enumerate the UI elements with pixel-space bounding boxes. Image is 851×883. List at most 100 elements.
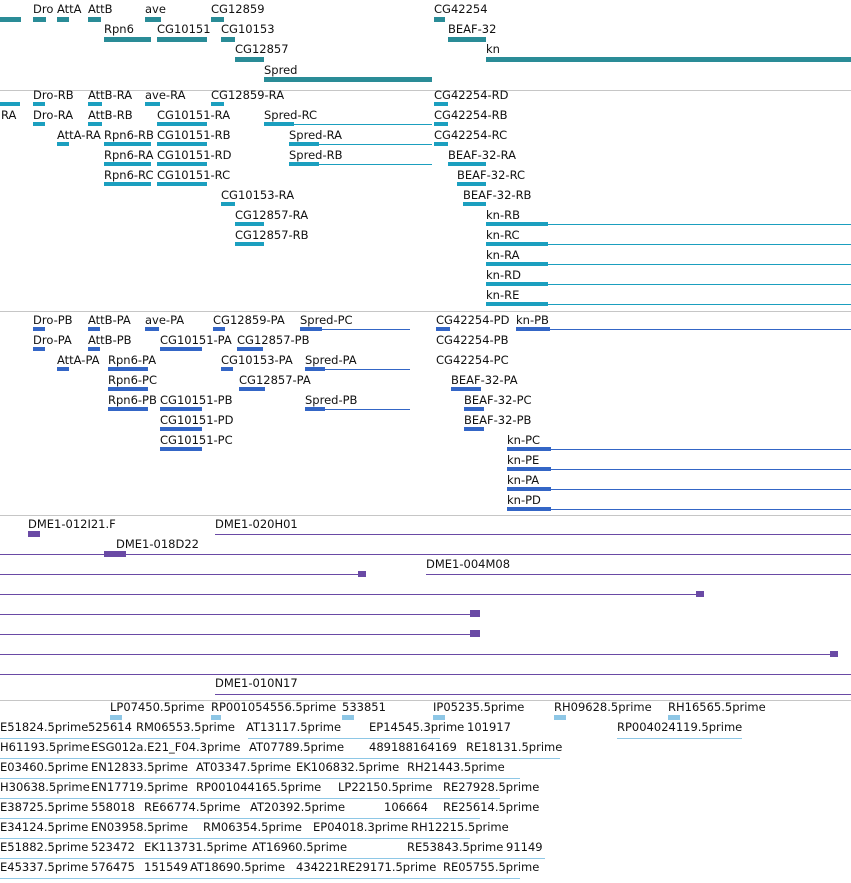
est-glyph[interactable] — [554, 715, 566, 720]
est-line[interactable] — [0, 738, 200, 739]
est-line[interactable] — [0, 858, 545, 859]
transcript-glyph[interactable] — [33, 122, 45, 126]
bac-clone-line[interactable] — [0, 554, 851, 555]
transcript-glyph[interactable] — [289, 162, 319, 166]
bac-clone-line[interactable] — [0, 654, 838, 655]
gene-glyph[interactable] — [264, 77, 432, 82]
protein-glyph[interactable] — [516, 327, 550, 331]
est-glyph[interactable] — [342, 715, 354, 720]
est-line[interactable] — [0, 838, 470, 839]
gene-glyph[interactable] — [157, 37, 207, 42]
bac-clone-glyph[interactable] — [28, 531, 40, 537]
protein-glyph[interactable] — [88, 327, 100, 331]
transcript-glyph[interactable] — [486, 222, 548, 226]
gene-glyph[interactable] — [221, 37, 235, 42]
est-line[interactable] — [0, 798, 500, 799]
est-line[interactable] — [0, 778, 520, 779]
bac-clone-glyph[interactable] — [470, 630, 480, 637]
bac-clone-line[interactable] — [0, 594, 702, 595]
bac-clone-line[interactable] — [0, 574, 362, 575]
transcript-glyph[interactable] — [104, 162, 151, 166]
protein-glyph[interactable] — [300, 327, 322, 331]
transcript-glyph[interactable] — [486, 262, 548, 266]
gene-glyph[interactable] — [104, 37, 151, 42]
gene-glyph[interactable] — [235, 57, 264, 62]
protein-glyph[interactable] — [108, 387, 148, 391]
protein-glyph[interactable] — [88, 347, 100, 351]
transcript-glyph[interactable] — [434, 122, 448, 126]
protein-glyph[interactable] — [33, 347, 45, 351]
protein-glyph[interactable] — [160, 447, 202, 451]
transcript-glyph[interactable] — [289, 142, 319, 146]
transcript-glyph[interactable] — [264, 122, 294, 126]
transcript-glyph[interactable] — [104, 182, 151, 186]
gene-glyph[interactable] — [486, 57, 851, 62]
transcript-glyph[interactable] — [157, 182, 207, 186]
est-line[interactable] — [0, 758, 560, 759]
protein-glyph[interactable] — [239, 387, 265, 391]
transcript-glyph[interactable] — [457, 182, 486, 186]
transcript-glyph[interactable] — [157, 122, 207, 126]
transcript-glyph[interactable] — [57, 142, 69, 146]
protein-glyph[interactable] — [451, 387, 481, 391]
bac-clone-line[interactable] — [215, 534, 851, 535]
est-line[interactable] — [617, 738, 742, 739]
protein-glyph[interactable] — [464, 427, 484, 431]
transcript-glyph[interactable] — [157, 142, 207, 146]
protein-glyph[interactable] — [237, 347, 263, 351]
transcript-glyph[interactable] — [463, 202, 486, 206]
bac-clone-glyph[interactable] — [358, 571, 366, 577]
bac-clone-line[interactable] — [426, 574, 851, 575]
protein-glyph[interactable] — [507, 447, 551, 451]
protein-glyph[interactable] — [213, 327, 225, 331]
protein-glyph[interactable] — [464, 407, 484, 411]
protein-glyph[interactable] — [221, 367, 233, 371]
protein-glyph[interactable] — [33, 327, 45, 331]
gene-glyph[interactable] — [88, 17, 101, 22]
transcript-glyph[interactable] — [33, 102, 45, 106]
protein-glyph[interactable] — [507, 507, 551, 511]
est-line[interactable] — [0, 878, 520, 879]
protein-glyph[interactable] — [108, 407, 148, 411]
protein-glyph[interactable] — [436, 327, 450, 331]
gene-glyph[interactable] — [434, 17, 445, 22]
gene-glyph[interactable] — [33, 17, 46, 22]
transcript-glyph[interactable] — [157, 162, 207, 166]
bac-clone-glyph[interactable] — [470, 610, 480, 617]
transcript-glyph[interactable] — [211, 102, 224, 106]
transcript-glyph[interactable] — [88, 122, 102, 126]
protein-glyph[interactable] — [160, 347, 202, 351]
transcript-glyph[interactable] — [448, 162, 486, 166]
bac-clone-glyph[interactable] — [104, 551, 126, 557]
transcript-glyph[interactable] — [434, 142, 448, 146]
bac-clone-glyph[interactable] — [830, 651, 838, 657]
protein-glyph[interactable] — [507, 467, 551, 471]
gene-glyph[interactable] — [0, 17, 21, 22]
est-line[interactable] — [248, 738, 440, 739]
transcript-glyph[interactable] — [0, 102, 20, 106]
bac-clone-glyph[interactable] — [696, 591, 704, 597]
protein-glyph[interactable] — [305, 367, 325, 371]
protein-glyph[interactable] — [145, 327, 159, 331]
gene-glyph[interactable] — [448, 37, 486, 42]
transcript-glyph[interactable] — [221, 202, 235, 206]
transcript-glyph[interactable] — [235, 242, 264, 246]
transcript-glyph[interactable] — [486, 242, 548, 246]
bac-clone-line[interactable] — [0, 634, 478, 635]
transcript-glyph[interactable] — [145, 102, 160, 106]
est-line[interactable] — [0, 818, 480, 819]
protein-glyph[interactable] — [507, 487, 551, 491]
protein-glyph[interactable] — [305, 407, 325, 411]
gene-glyph[interactable] — [57, 17, 69, 22]
protein-glyph[interactable] — [108, 367, 148, 371]
bac-clone-line[interactable] — [215, 694, 851, 695]
transcript-glyph[interactable] — [104, 142, 151, 146]
transcript-glyph[interactable] — [434, 102, 448, 106]
protein-glyph[interactable] — [160, 427, 202, 431]
bac-clone-line[interactable] — [0, 614, 478, 615]
protein-glyph[interactable] — [57, 367, 69, 371]
protein-glyph[interactable] — [160, 407, 202, 411]
transcript-glyph[interactable] — [88, 102, 102, 106]
transcript-glyph[interactable] — [486, 302, 548, 306]
bac-clone-line[interactable] — [0, 674, 851, 675]
